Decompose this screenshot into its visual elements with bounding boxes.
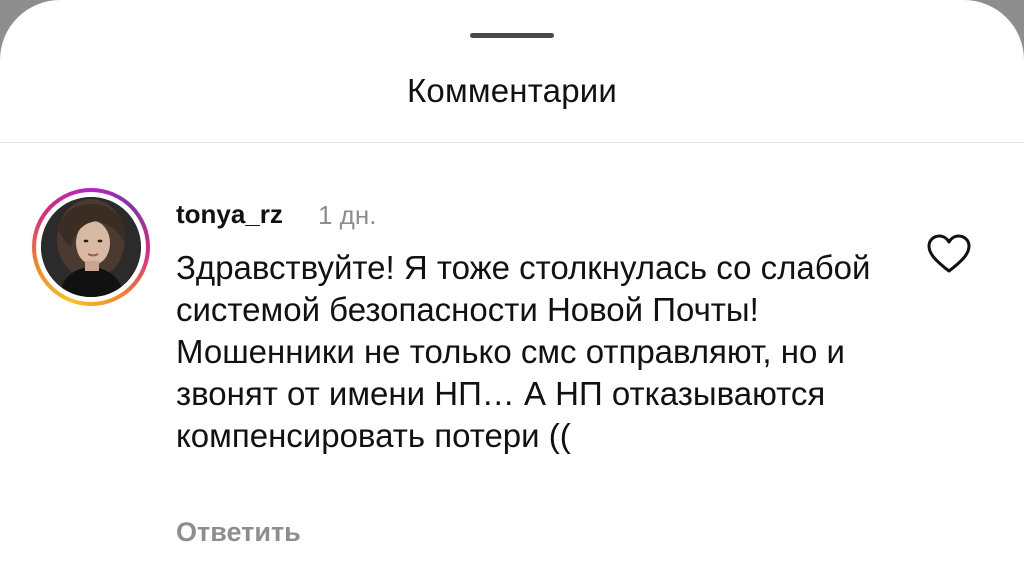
reply-button[interactable]: Ответить (176, 517, 301, 548)
drag-handle[interactable] (470, 33, 554, 38)
comments-sheet: Комментарии tonya_rz 1 дн. Здравствуйте!… (0, 0, 1024, 584)
comment-item: tonya_rz 1 дн. Здравствуйте! Я тоже стол… (0, 143, 1024, 584)
avatar[interactable] (41, 197, 141, 297)
comment-timestamp: 1 дн. (318, 200, 377, 230)
avatar-image (41, 197, 141, 297)
comment-username[interactable]: tonya_rz (176, 199, 283, 230)
like-button[interactable] (926, 233, 972, 275)
story-ring[interactable] (32, 188, 150, 306)
sheet-title: Комментарии (406, 72, 618, 109)
heart-outline-icon (927, 234, 971, 273)
comment-text: Здравствуйте! Я тоже столкнулась со слаб… (176, 249, 871, 454)
